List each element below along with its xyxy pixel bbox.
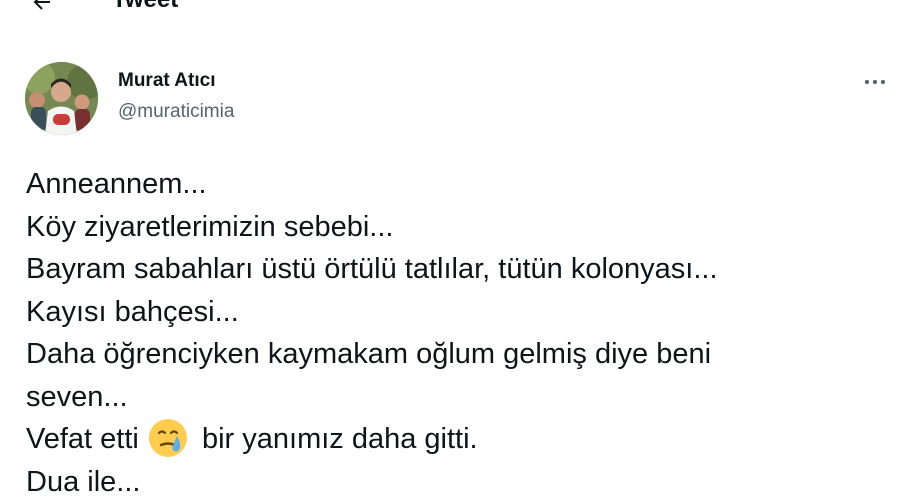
back-button[interactable] (22, 0, 62, 22)
tweet-line: Bayram sabahları üstü örtülü tatlılar, t… (26, 248, 886, 291)
tweet-line-with-emoji: Vefat etti bir yanımız daha gitti. (26, 418, 886, 461)
tweet-line: seven... (26, 376, 886, 419)
more-options-button[interactable] (858, 68, 892, 96)
tweet-line: Kayısı bahçesi... (26, 291, 886, 334)
crying-face-emoji-icon (148, 418, 188, 458)
tweet-line-part: bir yanımız daha gitti. (202, 423, 478, 455)
tweet-line: Daha öğrenciyken kaymakam oğlum gelmiş d… (26, 333, 886, 376)
tweet-text: Anneannem... Köy ziyaretlerimizin sebebi… (26, 163, 886, 503)
avatar[interactable] (25, 62, 98, 135)
top-bar: Tweet (0, 0, 900, 22)
tweet-author: Murat Atıcı @muraticimia (118, 70, 234, 123)
arrow-left-icon (30, 0, 54, 14)
tweet-line: Anneannem... (26, 163, 886, 206)
tweet-line-part: Vefat etti (26, 423, 139, 455)
tweet-line: Köy ziyaretlerimizin sebebi... (26, 206, 886, 249)
page-title: Tweet (112, 0, 178, 14)
author-name[interactable]: Murat Atıcı (118, 70, 234, 92)
tweet-line: Dua ile... (26, 461, 886, 503)
author-handle[interactable]: @muraticimia (118, 101, 234, 123)
avatar-photo (25, 62, 98, 135)
more-horizontal-icon (863, 77, 887, 87)
